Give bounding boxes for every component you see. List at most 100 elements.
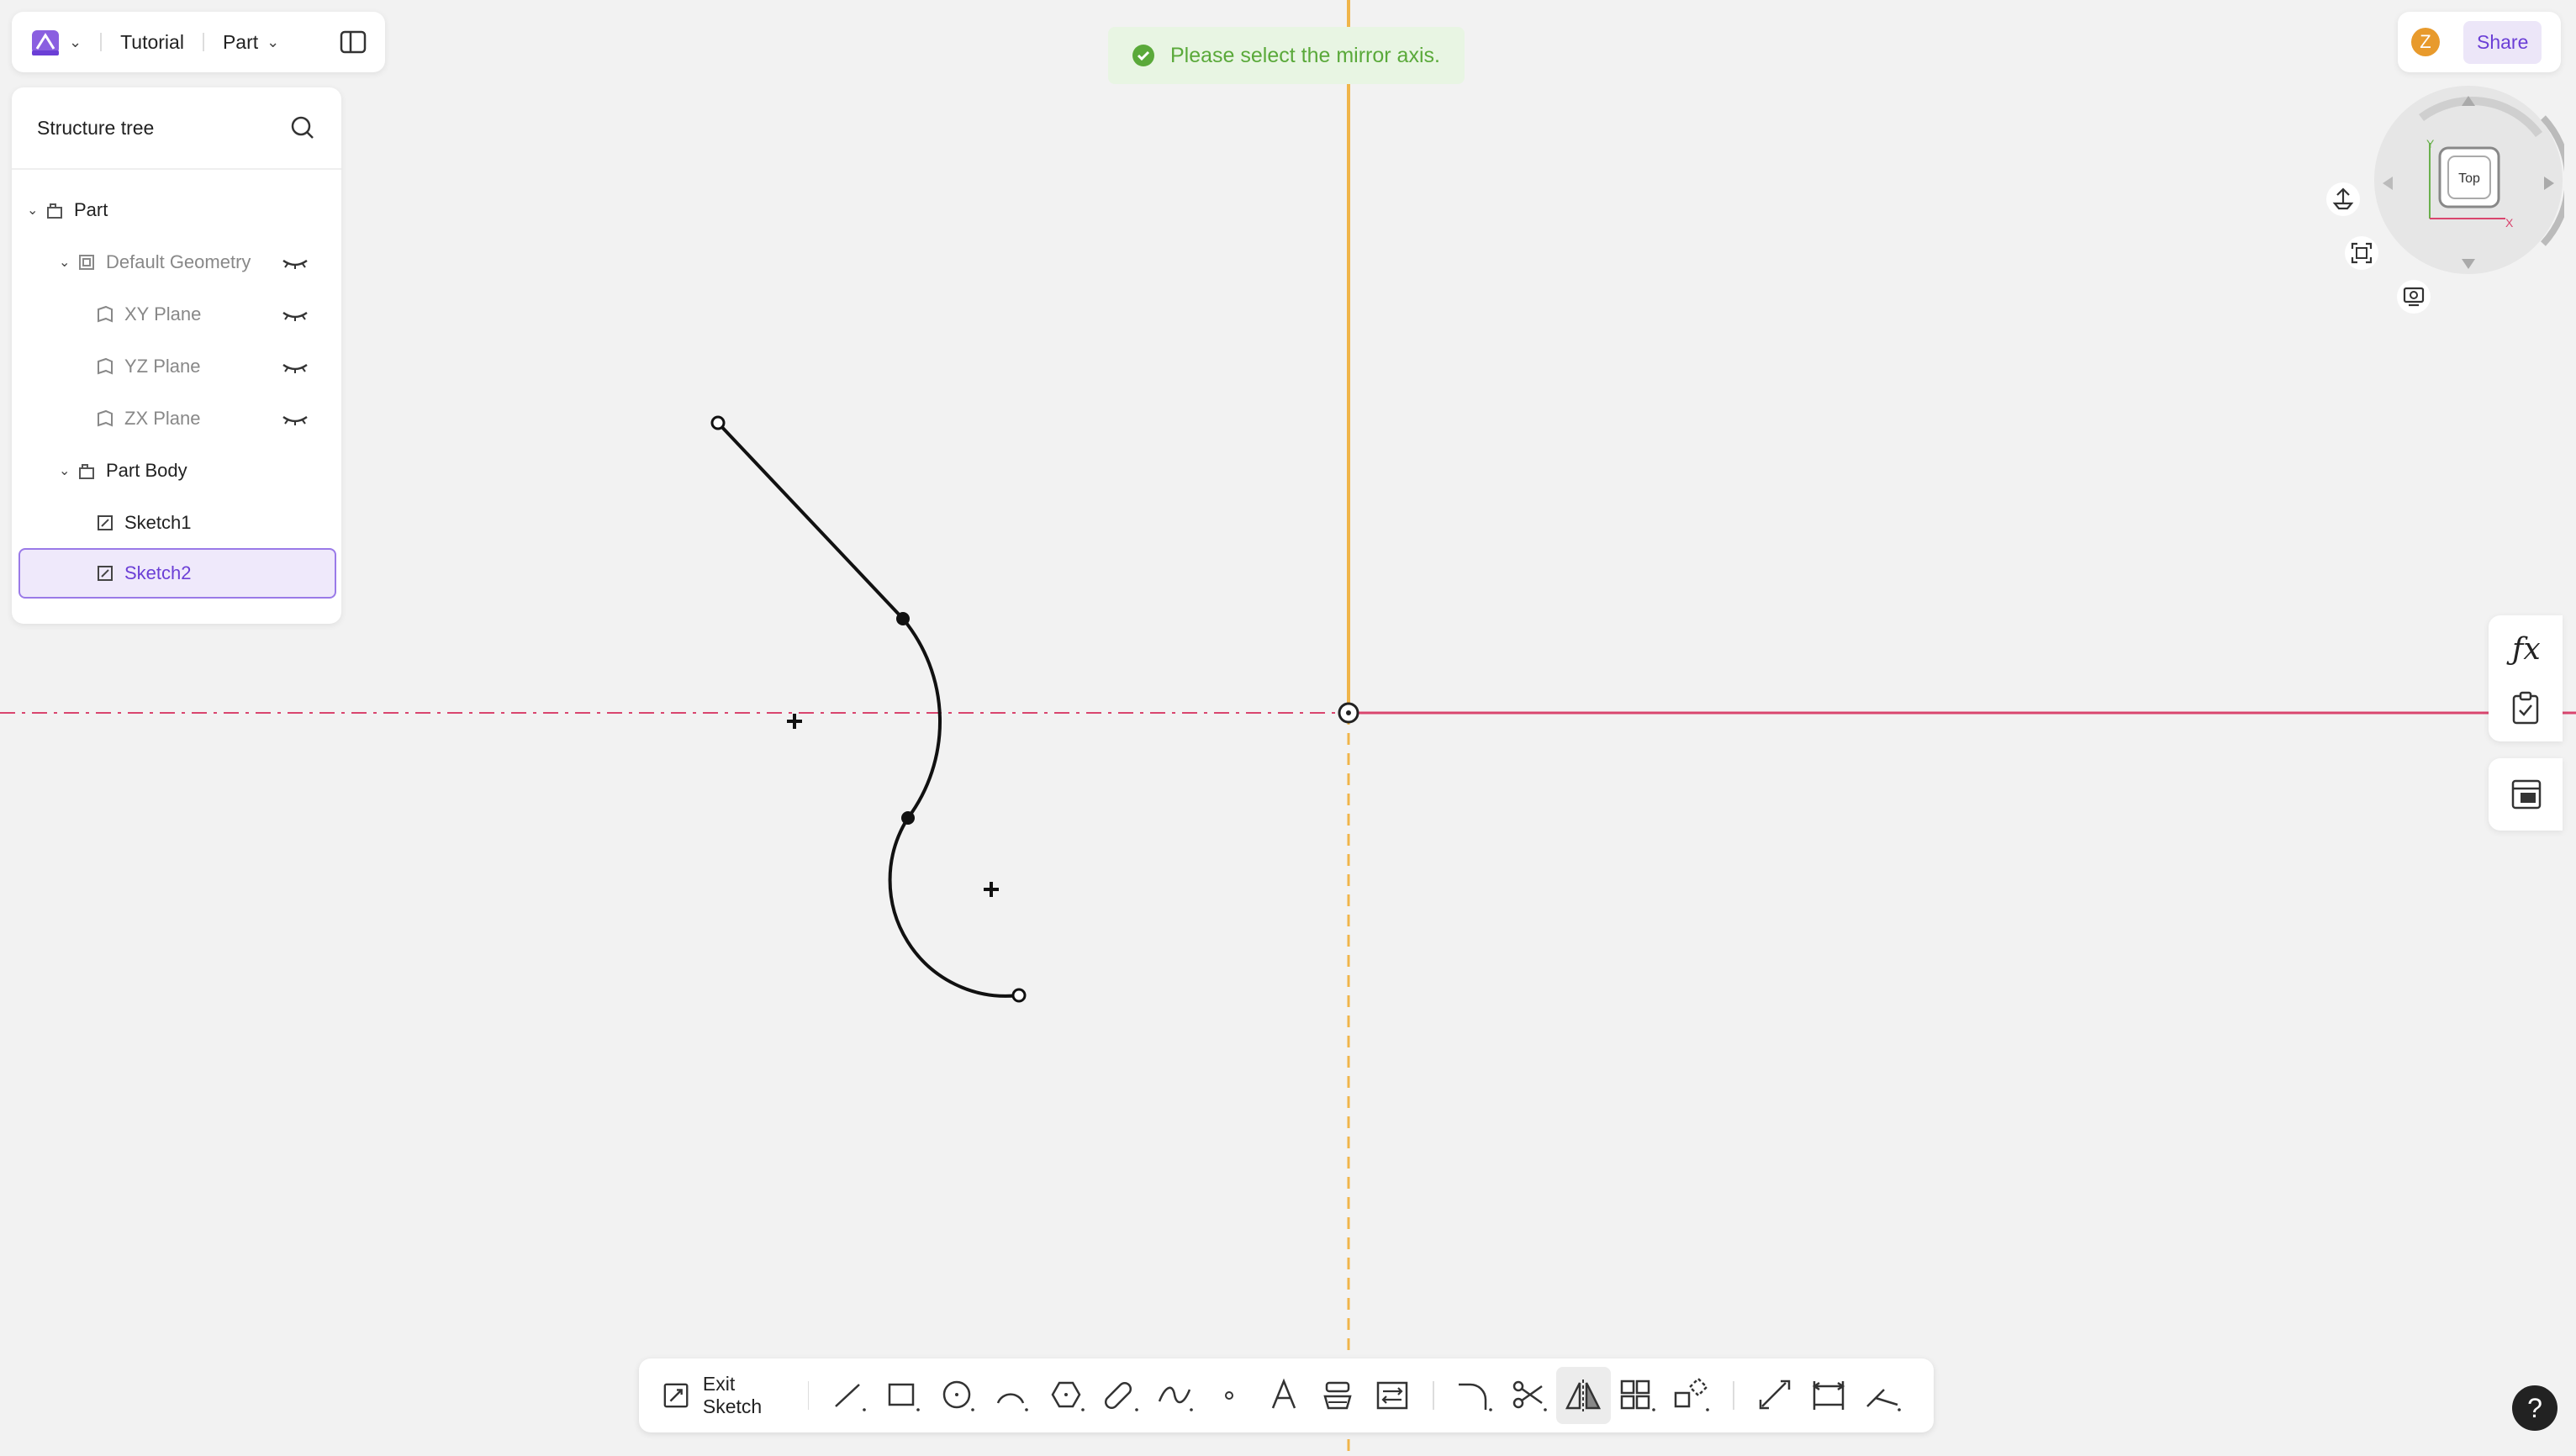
share-button[interactable]: Share [2463, 20, 2542, 64]
visibility-hidden-icon[interactable] [281, 410, 309, 427]
axis-y-label: Y [2426, 137, 2435, 150]
point-tool[interactable] [1202, 1367, 1257, 1424]
fillet-tool[interactable] [1448, 1367, 1502, 1424]
plane-icon [98, 409, 113, 427]
slot-tool[interactable] [1094, 1367, 1148, 1424]
sketch-line[interactable] [716, 421, 905, 620]
project-name[interactable]: Tutorial [120, 31, 184, 54]
user-bar: Z Share [2398, 12, 2561, 72]
text-icon [1271, 1378, 1296, 1409]
divider [807, 1381, 810, 1410]
arc-center-marker[interactable] [984, 882, 999, 897]
chevron-down-icon: ⌄ [69, 33, 82, 50]
rectangle-tool[interactable] [877, 1367, 932, 1424]
tree-node-default-geometry[interactable]: ⌄ Default Geometry [59, 237, 330, 288]
arc-center-marker[interactable] [787, 714, 802, 729]
text-tool[interactable] [1257, 1367, 1312, 1424]
check-circle-icon [1132, 45, 1154, 66]
line-tool[interactable] [822, 1367, 877, 1424]
sketch-icon [98, 515, 113, 530]
construction-line-icon [1759, 1380, 1790, 1410]
exit-sketch-button[interactable]: Exit Sketch [662, 1373, 794, 1418]
zoom-fit-icon[interactable] [2344, 235, 2379, 271]
toast-message: Please select the mirror axis. [1170, 43, 1440, 67]
sketch-junction-point[interactable] [896, 612, 910, 625]
structure-tree-title: Structure tree [37, 116, 155, 139]
sketch-endpoint[interactable] [1011, 988, 1027, 1003]
visibility-hidden-icon[interactable] [281, 254, 309, 271]
constraint-tool[interactable] [1856, 1367, 1911, 1424]
plane-icon [98, 305, 113, 323]
project-icon [1323, 1381, 1353, 1410]
rectangle-icon [888, 1383, 921, 1411]
grid-pattern-icon [1620, 1380, 1655, 1411]
visibility-hidden-icon[interactable] [281, 306, 309, 323]
slot-icon [1105, 1381, 1139, 1411]
visibility-hidden-icon[interactable] [281, 358, 309, 375]
circle-tool[interactable] [932, 1367, 986, 1424]
tree-node-part[interactable]: ⌄ Part [27, 185, 330, 235]
sketch-arc-1[interactable] [901, 617, 942, 820]
spline-icon [1158, 1386, 1193, 1411]
pattern-tool[interactable] [1611, 1367, 1665, 1424]
part-body-icon [79, 464, 94, 479]
exit-sketch-icon [663, 1383, 689, 1408]
convert-tool[interactable] [1365, 1367, 1420, 1424]
transform-tool[interactable] [1665, 1367, 1719, 1424]
mirror-tool[interactable] [1556, 1367, 1611, 1424]
display-mode-icon[interactable] [2396, 279, 2431, 314]
mirror-icon [1565, 1380, 1602, 1411]
view-cube-face-label: Top [2458, 171, 2480, 186]
sketch-toolbar: Exit Sketch [639, 1358, 1934, 1432]
tree-node-zx-plane[interactable]: ZX Plane [96, 393, 330, 444]
arc-tool[interactable] [985, 1367, 1040, 1424]
right-tools-panel: ƒx [2489, 615, 2563, 741]
chevron-down-icon[interactable]: ⌄ [59, 462, 77, 479]
chevron-down-icon[interactable]: ⌄ [27, 202, 45, 219]
plane-icon [98, 357, 113, 375]
spline-tool[interactable] [1148, 1367, 1203, 1424]
convert-icon [1376, 1381, 1408, 1410]
help-button[interactable]: ? [2512, 1385, 2558, 1431]
app-logo-icon [32, 30, 59, 55]
divider [1433, 1381, 1435, 1410]
status-toast: Please select the mirror axis. [1108, 27, 1465, 84]
view-normal-icon[interactable] [2325, 182, 2361, 217]
sketch-endpoint[interactable] [710, 415, 726, 430]
divider [1732, 1381, 1734, 1410]
table-icon[interactable] [2510, 778, 2542, 810]
fillet-icon [1459, 1383, 1493, 1411]
mode-dropdown[interactable]: Part ⌄ [223, 31, 279, 54]
divider [202, 33, 204, 51]
polygon-icon [1051, 1381, 1085, 1411]
tree-node-xy-plane[interactable]: XY Plane [96, 289, 330, 340]
chevron-down-icon: ⌄ [267, 33, 280, 50]
view-cube[interactable]: Top Y X [2371, 84, 2564, 286]
tree-node-part-body[interactable]: ⌄ Part Body [59, 446, 330, 496]
app-menu[interactable]: ⌄ [29, 25, 82, 59]
search-icon[interactable] [289, 114, 316, 141]
trim-tool[interactable] [1502, 1367, 1557, 1424]
geometry-icon [79, 255, 94, 270]
arc-icon [997, 1393, 1029, 1411]
tree-node-sketch2[interactable]: Sketch2 [18, 548, 336, 599]
tree-node-yz-plane[interactable]: YZ Plane [96, 341, 330, 392]
project-tool[interactable] [1311, 1367, 1365, 1424]
checklist-icon[interactable] [2510, 691, 2541, 725]
construction-tool[interactable] [1748, 1367, 1803, 1424]
panel-toggle-icon[interactable] [338, 27, 368, 57]
formula-icon[interactable]: ƒx [2512, 632, 2541, 667]
dimension-tool[interactable] [1802, 1367, 1856, 1424]
avatar[interactable]: Z [2411, 28, 2440, 56]
mode-label: Part [222, 30, 259, 53]
scissors-icon [1512, 1380, 1547, 1411]
tree-node-sketch1[interactable]: Sketch1 [96, 498, 330, 548]
sketch-junction-point[interactable] [901, 811, 915, 825]
structure-tree-header: Structure tree [12, 87, 341, 170]
polygon-tool[interactable] [1040, 1367, 1095, 1424]
chevron-down-icon[interactable]: ⌄ [59, 254, 77, 271]
sketch-arc-2[interactable] [888, 816, 1020, 998]
sketch-canvas[interactable] [0, 0, 2576, 1456]
structure-tree-panel: Structure tree ⌄ Part ⌄ Default Geometry… [12, 87, 341, 624]
axis-x-label: X [2505, 216, 2514, 229]
